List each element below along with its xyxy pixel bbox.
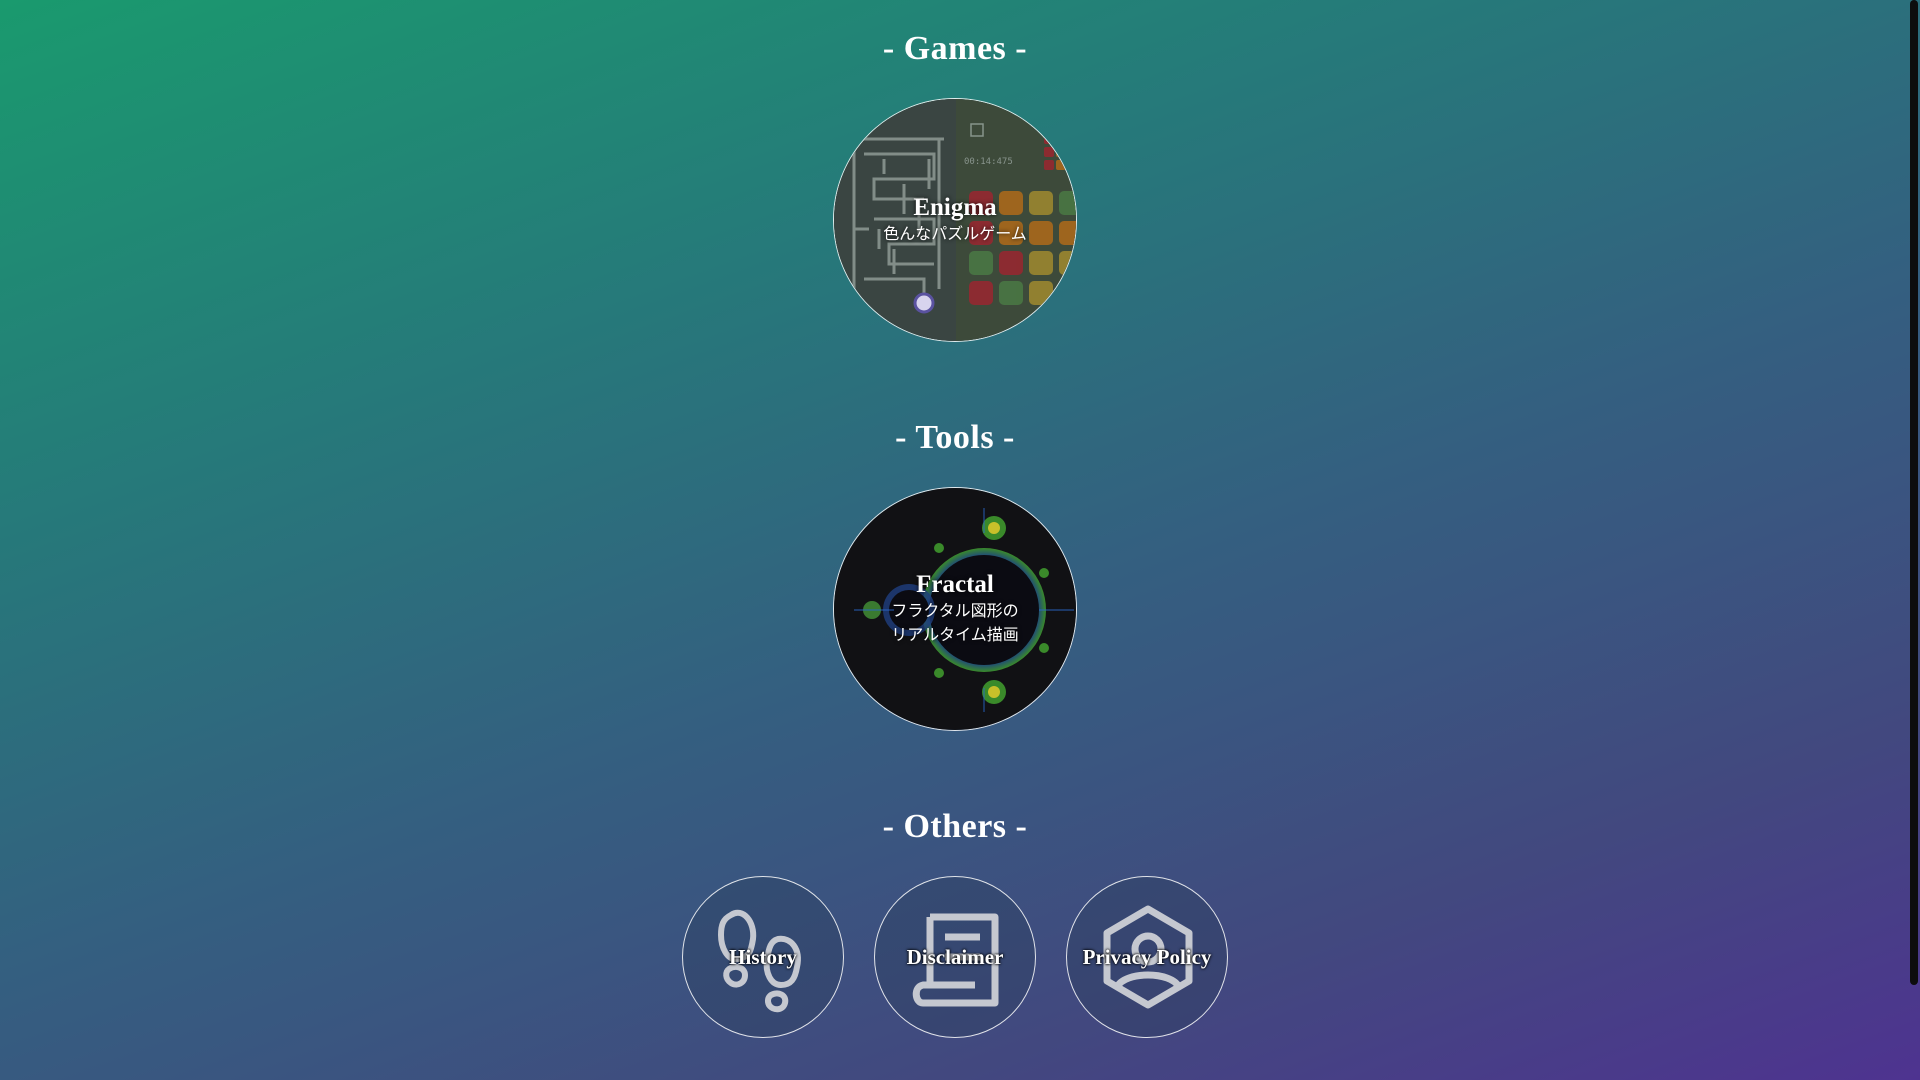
history-label: History: [729, 944, 797, 969]
fractal-title: Fractal: [916, 571, 994, 598]
privacy-policy-label: Privacy Policy: [1082, 944, 1212, 969]
main-content: - Games - 00:14:475 Enigma 色んなパズルゲーム - T…: [0, 0, 1910, 1080]
fractal-description: フラクタル図形の リアルタイム描画: [891, 601, 1019, 644]
history-button[interactable]: History: [682, 876, 844, 1038]
enigma-label: Enigma 色んなパズルゲーム: [834, 99, 1076, 341]
fractal-label: Fractal フラクタル図形の リアルタイム描画: [834, 488, 1076, 730]
scrollbar[interactable]: [1908, 0, 1920, 1080]
fractal-card[interactable]: Fractal フラクタル図形の リアルタイム描画: [833, 487, 1077, 731]
enigma-card[interactable]: 00:14:475 Enigma 色んなパズルゲーム: [833, 98, 1077, 342]
disclaimer-label: Disclaimer: [906, 944, 1004, 969]
privacy-policy-button[interactable]: Privacy Policy: [1066, 876, 1228, 1038]
enigma-title: Enigma: [913, 194, 997, 221]
tools-section-title: - Tools -: [895, 419, 1015, 456]
games-section-title: - Games -: [882, 30, 1028, 67]
enigma-description: 色んなパズルゲーム: [883, 224, 1027, 243]
disclaimer-button[interactable]: Disclaimer: [874, 876, 1036, 1038]
others-section-title: - Others -: [882, 808, 1028, 845]
scrollbar-thumb[interactable]: [1910, 0, 1918, 985]
